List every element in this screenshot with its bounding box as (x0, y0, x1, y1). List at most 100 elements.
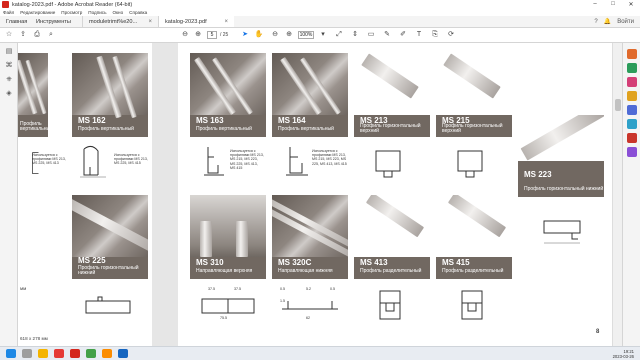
windows-taskbar: 19:21 2023-03-26 (0, 346, 640, 360)
chevron-down-icon[interactable]: ▾ (318, 30, 328, 40)
zoom-out-icon[interactable]: ⊖ (270, 30, 280, 40)
fit-page-icon[interactable]: ⤢ (334, 30, 344, 40)
card-desc: Профиль вертикальный (196, 126, 252, 133)
upload-icon[interactable]: ⇪ (18, 30, 28, 40)
profile-render (72, 53, 148, 119)
card-code: MS 415 (442, 258, 470, 267)
fill-sign-icon[interactable] (627, 133, 637, 143)
dim-label: 62 (306, 316, 310, 320)
tab-document-2[interactable]: katalog-2023.pdf × (158, 16, 234, 27)
tab-document-1-label: moduletrimt%e20... (89, 18, 138, 25)
hand-tool-icon[interactable]: ✋ (254, 30, 264, 40)
tab-home[interactable]: Главная (0, 16, 30, 27)
card-desc: Направляющая верхняя (196, 268, 253, 275)
product-card-partial: Профиль вертикальный (18, 53, 48, 137)
tab-bar-right: ? 🔔 Войти (594, 16, 640, 27)
menu-window[interactable]: Окно (112, 10, 123, 15)
menu-edit[interactable]: Редактирование (20, 10, 55, 15)
sign-in-button[interactable]: Войти (617, 19, 634, 25)
usage-note: Используется с профилями MS 213, MS 215,… (312, 149, 347, 166)
zoom-level-select[interactable]: 100% (298, 31, 314, 39)
product-card-ms223: MS 223 Профиль горизонтальный нижний (518, 115, 604, 197)
print-icon[interactable]: ⎙ (32, 30, 42, 40)
pdf-page-right: MS 163 Профиль вертикальный MS 164 Профи… (178, 43, 612, 346)
profile-render (272, 53, 348, 116)
next-page-icon[interactable]: ⊕ (193, 30, 203, 40)
menu-sign[interactable]: Подпись (88, 10, 106, 15)
card-desc: Профиль вертикальный (278, 126, 334, 133)
tab-document-1[interactable]: moduletrimt%e20... × (82, 16, 158, 27)
highlight-icon[interactable]: ✎ (382, 30, 392, 40)
stamp-icon[interactable]: ⎘ (430, 30, 440, 40)
tab-bar: Главная Инструменты moduletrimt%e20... ×… (0, 16, 640, 28)
document-viewport[interactable]: Профиль вертикальный MS 162 Профиль верт… (18, 43, 612, 346)
minimize-icon[interactable]: – (586, 1, 604, 8)
rotate-icon[interactable]: ⟳ (446, 30, 456, 40)
help-icon[interactable]: ? (594, 19, 597, 25)
organize-pages-icon[interactable] (627, 119, 637, 129)
scrollbar-thumb[interactable] (615, 99, 621, 111)
export-pdf-icon[interactable] (627, 49, 637, 59)
yandex-browser-icon[interactable] (54, 349, 64, 358)
card-desc: Профиль горизонтальный нижний (78, 264, 139, 277)
card-desc: Профиль горизонтальный верхний (360, 122, 421, 135)
profile-render (354, 195, 430, 257)
vertical-scrollbar[interactable] (612, 43, 622, 346)
unit-label: мм (20, 286, 27, 291)
combine-files-icon[interactable] (627, 105, 637, 115)
text-icon[interactable]: T (414, 30, 424, 40)
acrobat-taskbar-icon[interactable] (70, 349, 80, 358)
profile-diagram (370, 287, 410, 323)
close-window-icon[interactable]: ✕ (622, 1, 640, 8)
start-icon[interactable] (6, 349, 16, 358)
profile-diagram (76, 143, 116, 179)
usage-note: Используется с профилями MS 213, MS 225,… (32, 153, 66, 166)
profile-diagram-ms310: 37.5 37.5 75.5 (196, 287, 260, 323)
edit-pdf-icon[interactable] (627, 63, 637, 73)
product-card-ms164: MS 164 Профиль вертикальный (272, 53, 348, 137)
bookmark-icon[interactable]: ☆ (4, 30, 14, 40)
select-cursor-icon[interactable]: ➤ (240, 30, 250, 40)
create-pdf-icon[interactable] (627, 77, 637, 87)
dim-label: 1.5 (280, 299, 285, 303)
word-icon[interactable] (118, 349, 128, 358)
notifications-icon[interactable]: 🔔 (604, 18, 611, 25)
menu-help[interactable]: Справка (129, 10, 147, 15)
explorer-icon[interactable] (38, 349, 48, 358)
close-tab-icon[interactable]: × (224, 19, 228, 25)
zoom-in-icon[interactable]: ⊕ (284, 30, 294, 40)
product-card-ms215: MS 215 Профиль горизонтальный верхний (436, 53, 512, 137)
search-icon[interactable]: ⌕ (46, 30, 56, 40)
taskbar-app-icon[interactable] (102, 349, 112, 358)
attachment-icon[interactable]: ⌘ (4, 61, 14, 71)
more-tools-icon[interactable] (627, 147, 637, 157)
bookmarks-panel-icon[interactable]: ⎈ (4, 75, 14, 85)
profile-render (190, 195, 266, 257)
pages-thumbnail-icon[interactable]: ▤ (4, 47, 14, 57)
scroll-mode-icon[interactable]: ⇕ (350, 30, 360, 40)
layers-icon[interactable]: ◈ (4, 89, 14, 99)
draw-icon[interactable]: ✐ (398, 30, 408, 40)
usage-note: Используется с профилями MS 213, MS 225,… (114, 153, 148, 166)
dim-label: 37.5 (234, 287, 241, 291)
menu-view[interactable]: Просмотр (61, 10, 82, 15)
product-card-ms413: MS 413 Профиль разделительный (354, 195, 430, 279)
close-tab-icon[interactable]: × (148, 19, 152, 25)
profile-diagram (370, 145, 410, 181)
system-clock[interactable]: 19:21 2023-03-26 (613, 349, 634, 359)
comment-icon[interactable]: ▭ (366, 30, 376, 40)
dim-label: 75.5 (220, 316, 227, 320)
card-desc: Профиль горизонтальный нижний (524, 186, 604, 193)
profile-diagram-ms320c: 0.5 5.2 0.5 1.5 62 (278, 287, 342, 323)
tab-document-2-label: katalog-2023.pdf (165, 18, 207, 25)
profile-diagram (80, 293, 136, 323)
tab-tools[interactable]: Инструменты (30, 16, 82, 27)
taskbar-app-icon[interactable] (86, 349, 96, 358)
menu-file[interactable]: Файл (3, 10, 14, 15)
page-number-input[interactable]: 5 (207, 31, 217, 39)
maximize-icon[interactable]: □ (604, 1, 622, 8)
previous-page-icon[interactable]: ⊖ (180, 30, 190, 40)
comment-tool-icon[interactable] (627, 91, 637, 101)
card-desc: Профиль вертикальный (20, 120, 48, 133)
search-taskbar-icon[interactable] (22, 349, 32, 358)
